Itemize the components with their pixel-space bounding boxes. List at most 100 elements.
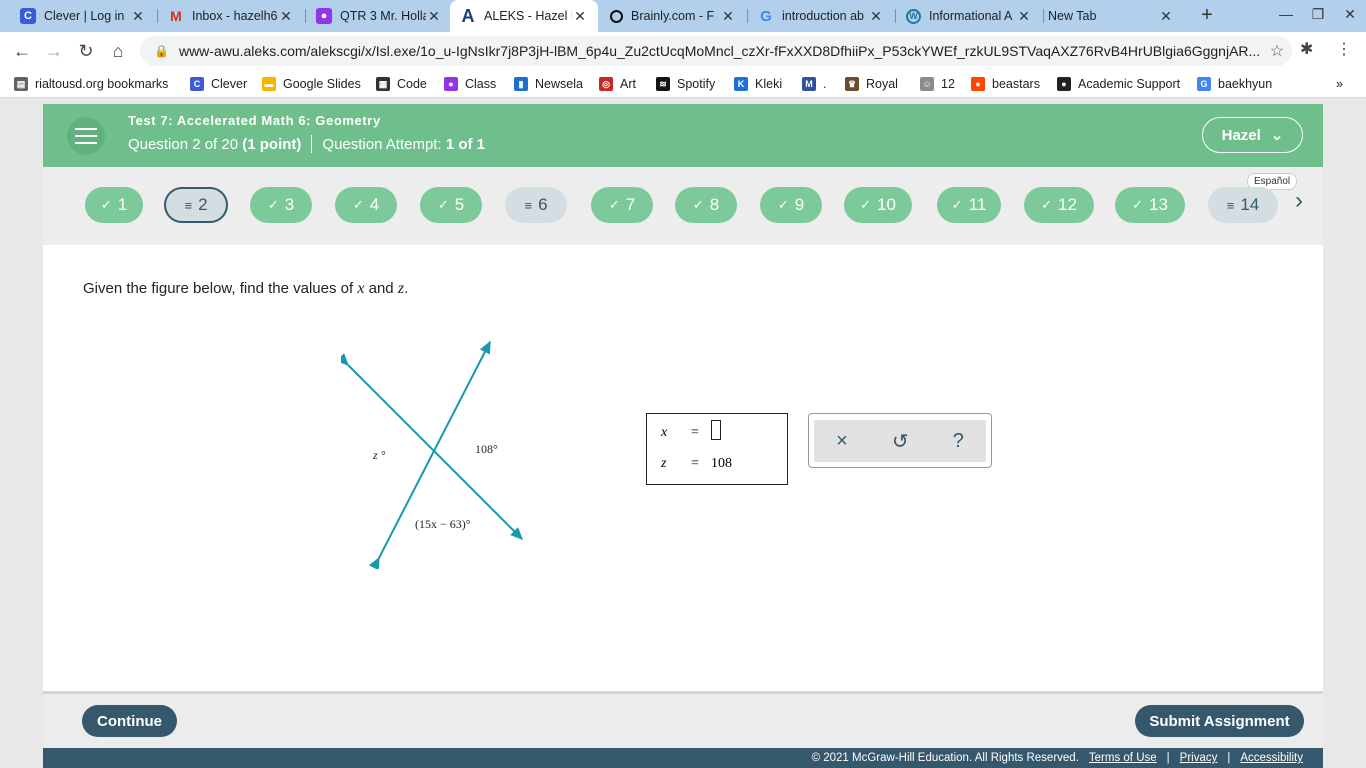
bookmark-label: Newsela [535,77,583,91]
question-button-1[interactable]: ✓ 1 [85,187,143,223]
browser-tab-strip: C Clever | Log in ✕ M Inbox - hazelh6 ✕ … [0,0,1366,32]
question-button-5[interactable]: ✓ 5 [420,187,482,223]
question-button-6[interactable]: ≡ 6 [505,187,567,223]
royal-icon: ♛ [845,77,859,91]
z-answer-input[interactable]: 108 [711,456,732,472]
browser-tab-newtab[interactable]: New Tab ✕ [1038,0,1184,32]
close-icon[interactable]: ✕ [426,8,442,25]
terms-link[interactable]: Terms of Use [1089,752,1157,764]
forward-icon[interactable]: → [42,39,66,63]
bookmark-academic-support[interactable]: ● Academic Support [1057,76,1180,92]
clear-icon[interactable]: × [836,430,848,453]
question-button-7[interactable]: ✓ 7 [591,187,653,223]
question-button-9[interactable]: ✓ 9 [760,187,822,223]
home-icon[interactable]: ⌂ [106,39,130,63]
checkmark-icon: ✓ [951,197,963,212]
bookmark-mal[interactable]: M. [802,76,826,92]
close-icon[interactable]: ✕ [868,8,884,25]
question-button-2[interactable]: ≡ 2 [164,187,228,223]
checkmark-icon: ✓ [860,197,871,212]
bookmark-12[interactable]: ☺ 12 [920,76,955,92]
google-icon: G [1197,77,1211,91]
aleks-page: Test 7: Accelerated Math 6: Geometry Que… [43,104,1323,768]
back-icon[interactable]: ← [10,39,34,63]
footer: © 2021 McGraw-Hill Education. All Rights… [43,748,1323,768]
brainly-icon [610,9,623,23]
tab-title: New Tab [1048,9,1097,23]
bookmark-kleki[interactable]: K Kleki [734,76,782,92]
bookmark-spotify[interactable]: ≋ Spotify [656,76,715,92]
user-menu-button[interactable]: Hazel ⌄ [1202,117,1303,153]
bookmarks-bar: ▤ rialtousd.org bookmarks C Clever ▬ Google S… [0,70,1366,98]
close-icon[interactable]: ✕ [278,8,294,25]
new-tab-button[interactable]: + [1195,4,1219,28]
submit-assignment-button[interactable]: Submit Assignment [1135,705,1304,737]
tab-title: Clever | Log in [44,9,125,23]
question-navigation: Español ✓ 1 ≡ 2 ✓ 3 ✓ 4 ✓ 5 ≡ 6 ✓ 7 ✓ 8 ✓ 9 ✓ 10 ✓ 11 ✓ 12 ✓ 13 ≡ 1… [43,167,1323,245]
continue-button[interactable]: Continue [82,705,177,737]
question-button-8[interactable]: ✓ 8 [675,187,737,223]
globe-icon: ● [1057,77,1071,91]
bookmark-google-slides[interactable]: ▬ Google Slides [262,76,361,92]
privacy-link[interactable]: Privacy [1180,752,1218,764]
label-108: 108° [475,442,498,456]
extensions-icon[interactable]: ✱ [1300,39,1313,59]
question-number: 3 [284,195,295,214]
more-bookmarks-icon[interactable]: » [1336,76,1343,92]
question-number: 13 [1148,195,1168,214]
bookmark-rialtousd-org-bookmarks[interactable]: ▤ rialtousd.org bookmarks [14,76,168,92]
bookmark-beastars[interactable]: ● beastars [971,76,1040,92]
bookmark-star-icon[interactable]: ☆ [1262,41,1292,61]
bookmark-label: Art [620,77,636,91]
x-answer-input[interactable] [711,420,721,440]
newsela-icon: ▮ [514,77,528,91]
bookmark-art[interactable]: ◎ Art [599,76,636,92]
google-icon: G [760,7,772,25]
art-icon: ◎ [599,77,613,91]
bookmark-label: 12 [941,77,955,91]
close-icon[interactable]: ✕ [1016,8,1032,25]
reddit-icon: ● [971,77,985,91]
browser-tab-wordpress[interactable]: W Informational A ✕ [896,0,1042,32]
browser-tab-brainly[interactable]: Brainly.com - F ✕ [600,0,746,32]
close-icon[interactable]: ✕ [720,8,736,25]
close-icon[interactable]: ✕ [130,8,146,25]
checkmark-icon: ✓ [100,197,112,212]
question-button-10[interactable]: ✓ 10 [844,187,912,223]
question-button-13[interactable]: ✓ 13 [1115,187,1185,223]
checkmark-icon: ✓ [1132,197,1143,212]
chevron-right-icon[interactable]: › [1295,187,1303,215]
code-icon: ▦ [376,77,390,91]
hamburger-menu-icon[interactable] [67,117,105,155]
bookmark-code[interactable]: ▦ Code [376,76,427,92]
close-window-icon[interactable]: ✕ [1330,6,1366,23]
classroom-icon: ● [316,8,332,24]
close-icon[interactable]: ✕ [572,8,588,25]
bookmark-baekhyun[interactable]: Gbaekhyun [1197,76,1272,92]
browser-menu-icon[interactable]: ⋮ [1336,39,1352,59]
question-number: 12 [1057,195,1077,214]
accessibility-link[interactable]: Accessibility [1240,752,1303,764]
close-icon[interactable]: ✕ [1158,8,1174,25]
question-button-12[interactable]: ✓ 12 [1024,187,1094,223]
bookmark-class[interactable]: ● Class [444,76,496,92]
browser-tab-aleks[interactable]: A ALEKS - Hazel H ✕ [450,0,598,32]
browser-tab-classroom[interactable]: ● QTR 3 Mr. Holla ✕ [306,0,452,32]
bookmark-newsela[interactable]: ▮ Newsela [514,76,583,92]
help-icon[interactable]: ? [953,430,964,453]
question-button-14[interactable]: ≡ 14 [1208,187,1278,223]
browser-tab-clever[interactable]: C Clever | Log in ✕ [10,0,156,32]
question-button-4[interactable]: ✓ 4 [335,187,397,223]
browser-tab-gmail[interactable]: M Inbox - hazelh6 ✕ [158,0,304,32]
browser-tab-google[interactable]: G introduction ab ✕ [748,0,894,32]
bookmark-royal[interactable]: ♛ Royal [845,76,898,92]
reload-icon[interactable]: ↻ [74,39,98,63]
question-label: Question 2 of 20 [128,135,239,153]
bookmark-clever[interactable]: C Clever [190,76,247,92]
address-bar[interactable]: 🔒 www-awu.aleks.com/alekscgi/x/Isl.exe/1… [140,36,1292,66]
question-button-11[interactable]: ✓ 11 [937,187,1001,223]
question-button-3[interactable]: ✓ 3 [250,187,312,223]
undo-icon[interactable]: ↺ [892,429,909,454]
pending-icon: ≡ [184,197,193,213]
question-prompt: Given the figure below, find the values … [83,280,409,297]
